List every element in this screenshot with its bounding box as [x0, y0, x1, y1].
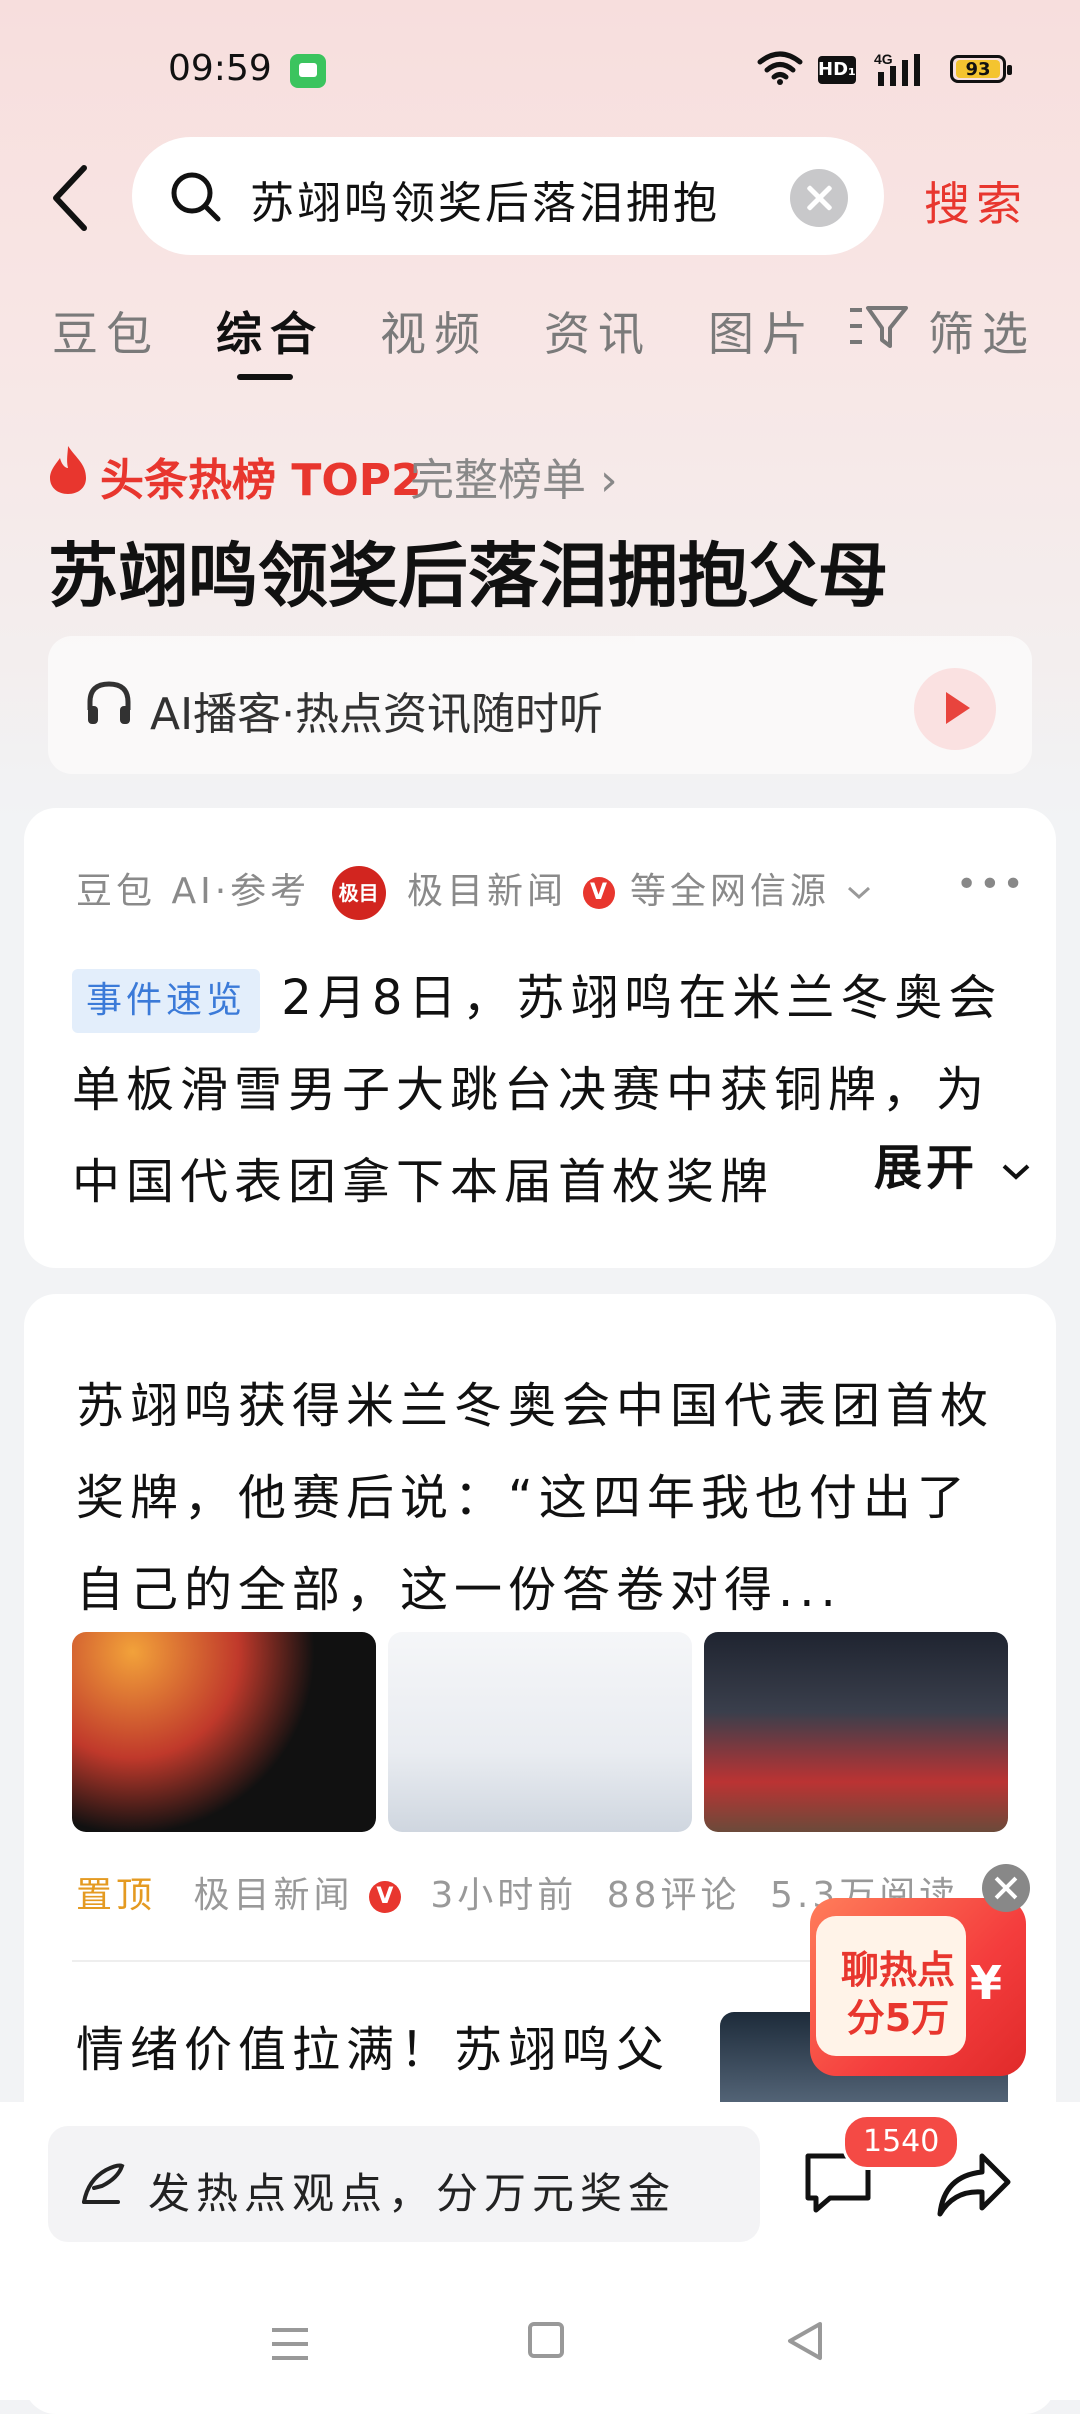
ai-source-name: 极目新闻 [407, 871, 568, 912]
promo-line2: 分5万 [846, 1996, 950, 2040]
ai-summary-card: 豆包 AI·参考 极目 极目新闻 V 等全网信源 ••• 事件速览 2月8日，苏… [24, 808, 1056, 1268]
promo-line1: 聊热点 [840, 1948, 955, 1992]
signal-icon: 4G [874, 51, 920, 86]
ai-source-row[interactable]: 豆包 AI·参考 极目 极目新闻 V 等全网信源 [76, 862, 873, 920]
news-title[interactable]: 苏翊鸣获得米兰冬奥会中国代表团首枚奖牌，他赛后说：“这四年我也付出了自己的全部，… [76, 1360, 1006, 1636]
tab-overview[interactable]: 综合 [216, 298, 324, 364]
tab-news[interactable]: 资讯 [544, 298, 652, 364]
news-title-2[interactable]: 情绪价值拉满！苏翊鸣父 [76, 2010, 670, 2080]
battery-level: 93 [956, 60, 1000, 80]
news-comments: 88评论 [606, 1875, 741, 1916]
search-button[interactable]: 搜索 [924, 168, 1028, 234]
event-tag: 事件速览 [72, 969, 261, 1033]
play-icon[interactable] [914, 668, 996, 750]
news-time: 3小时前 [430, 1875, 578, 1916]
tab-doubao[interactable]: 豆包 [52, 298, 160, 364]
promo-text: 聊热点 分5万 [828, 1946, 968, 2042]
news-image-snowboard[interactable] [72, 1632, 376, 1832]
back-arrow-icon[interactable] [44, 158, 104, 238]
back-triangle-icon[interactable] [784, 2320, 824, 2362]
menu-icon[interactable] [270, 2324, 310, 2364]
hot-rank-label: 头条热榜 TOP2 [100, 455, 422, 506]
ai-podcast-bar[interactable]: AI播客·热点资讯随时听 [48, 636, 1032, 774]
verified-icon: V [368, 1881, 401, 1913]
wifi-icon [757, 51, 803, 85]
jimu-logo: 极目 [331, 866, 386, 920]
status-bar: 09:59 HD₁ 4G 93 [0, 0, 1080, 140]
more-options-icon[interactable]: ••• [956, 864, 1026, 905]
tab-video[interactable]: 视频 [380, 298, 488, 364]
verified-icon: V [582, 877, 615, 909]
podcast-label: AI播客·热点资讯随时听 [150, 689, 604, 740]
pinned-badge: 置顶 [76, 1875, 157, 1916]
news-source[interactable]: 极目新闻 [193, 1875, 353, 1916]
promo-float[interactable]: 聊热点 分5万 ¥ [810, 1898, 1026, 2076]
filter-icon[interactable] [848, 302, 908, 352]
hd-network-badge: HD₁ [818, 56, 856, 84]
clock: 09:59 [168, 48, 272, 89]
search-tabs: 豆包 综合 视频 资讯 图片 筛选 [0, 290, 1080, 390]
svg-text:4G: 4G [874, 51, 893, 67]
news-image-hug[interactable] [704, 1632, 1008, 1832]
expand-button[interactable]: 展开 [834, 1128, 1033, 1198]
close-promo-icon[interactable] [982, 1864, 1030, 1912]
search-icon [171, 172, 221, 222]
search-input[interactable]: 苏翊鸣领奖后落泪拥抱 [132, 137, 884, 255]
flame-icon [50, 446, 86, 494]
chevron-down-icon [848, 886, 871, 900]
news-image-medal[interactable] [388, 1632, 692, 1832]
ai-source-prefix: 豆包 AI·参考 [76, 871, 311, 912]
yen-icon: ¥ [970, 1956, 1003, 2010]
ai-source-suffix: 等全网信源 [629, 871, 830, 912]
clear-search-icon[interactable] [790, 169, 848, 227]
expand-label: 展开 [874, 1140, 979, 1196]
page-title: 苏翊鸣领奖后落泪拥抱父母 [48, 535, 888, 617]
system-nav-bar [0, 2300, 1080, 2400]
home-icon[interactable] [528, 2322, 564, 2358]
pen-icon [82, 2163, 125, 2204]
active-tab-indicator [237, 374, 293, 380]
full-list-link[interactable]: 完整榜单 › [410, 444, 618, 508]
promo-inner: 聊热点 分5万 [816, 1916, 966, 2056]
comment-input[interactable]: 发热点观点，分万元奖金 [48, 2126, 760, 2242]
tab-filter[interactable]: 筛选 [928, 298, 1036, 364]
comment-placeholder: 发热点观点，分万元奖金 [148, 2169, 677, 2218]
tab-images[interactable]: 图片 [708, 298, 816, 364]
chevron-down-icon [1002, 1164, 1030, 1180]
search-query[interactable]: 苏翊鸣领奖后落泪拥抱 [250, 167, 810, 231]
message-app-icon [290, 54, 326, 88]
battery-icon: 93 [950, 55, 1012, 83]
headphones-icon [87, 681, 131, 724]
share-icon[interactable] [934, 2150, 1014, 2220]
